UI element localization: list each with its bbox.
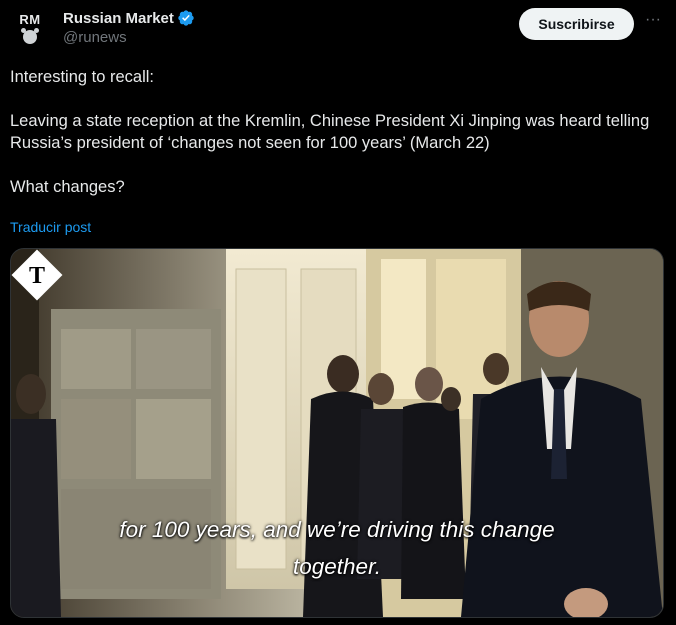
subscribe-button[interactable]: Suscribirse	[519, 8, 634, 40]
translate-link[interactable]: Traducir post	[10, 219, 91, 235]
post-text: Interesting to recall: Leaving a state r…	[10, 68, 650, 196]
author-handle[interactable]: @runews	[63, 29, 127, 46]
telegraph-logo-icon: T	[11, 249, 63, 301]
verified-badge-icon	[178, 10, 194, 26]
video-player[interactable]: T for 100 years, and we’re driving this …	[10, 248, 664, 618]
post-header: RM Russian Market @runews Suscribirse ··…	[0, 0, 676, 60]
avatar[interactable]: RM	[10, 8, 50, 48]
bear-icon	[21, 28, 39, 44]
author-display-name[interactable]: Russian Market	[63, 10, 174, 27]
svg-text:T: T	[29, 263, 45, 289]
avatar-text: RM	[19, 12, 41, 27]
video-caption-line-1: for 100 years, and we’re driving this ch…	[119, 517, 555, 542]
video-caption-line-2: together.	[293, 554, 381, 579]
author-name-row: Russian Market	[63, 8, 195, 28]
more-options-icon[interactable]: ···	[641, 10, 665, 34]
